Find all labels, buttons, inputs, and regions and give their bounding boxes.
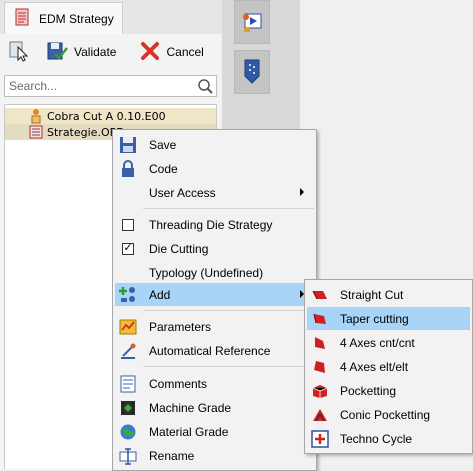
add-icon — [118, 285, 138, 304]
menu-item-threading-die-strategy[interactable]: Threading Die Strategy — [115, 213, 314, 236]
cursor-icon — [8, 40, 30, 65]
four-axes-cnt-icon — [310, 333, 330, 352]
add-submenu: Straight Cut Taper cutting 4 Axes cnt/cn… — [304, 279, 473, 454]
search-icon[interactable] — [197, 78, 213, 97]
rename-icon — [118, 446, 138, 465]
cancel-button[interactable]: Cancel — [136, 38, 207, 66]
context-menu: Save Code User Access Threading Die Stra… — [112, 129, 317, 471]
menu-item-typology[interactable]: Typology (Undefined) — [115, 261, 314, 284]
menu-item-label: Parameters — [149, 319, 212, 334]
menu-item-material-grade[interactable]: Material Grade — [115, 420, 314, 443]
menu-item-parameters[interactable]: Parameters — [115, 315, 314, 338]
menu-item-code[interactable]: Code — [115, 157, 314, 180]
menu-item-save[interactable]: Save — [115, 133, 314, 156]
menu-item-label: Die Cutting — [149, 241, 209, 256]
validate-button[interactable]: Validate — [42, 38, 120, 66]
validate-label: Validate — [74, 45, 117, 59]
tree-item-machine[interactable]: Cobra Cut A 0.10.E00 — [5, 108, 216, 124]
play-icon — [239, 8, 265, 37]
close-icon — [140, 41, 160, 64]
submenu-item-label: Straight Cut — [340, 287, 404, 302]
menu-item-label: Rename — [149, 448, 195, 463]
search-input[interactable]: Search... — [4, 75, 217, 97]
menu-item-label: Threading Die Strategy — [149, 217, 273, 232]
menu-item-label: Save — [149, 137, 177, 152]
validate-icon — [46, 40, 68, 65]
menu-item-user-access[interactable]: User Access — [115, 181, 314, 204]
reference-icon — [118, 341, 138, 360]
submenu-item-taper-cutting[interactable]: Taper cutting — [307, 307, 470, 330]
tab-edm-strategy[interactable]: EDM Strategy — [4, 2, 123, 34]
strategy-node-icon — [29, 125, 43, 140]
submenu-item-4-axes-elt[interactable]: 4 Axes elt/elt — [307, 355, 470, 378]
toolbar: Validate Cancel — [0, 34, 222, 70]
menu-item-comments[interactable]: Comments — [115, 372, 314, 395]
menu-item-automatical-reference[interactable]: Automatical Reference — [115, 339, 314, 362]
menu-item-label: Machine Grade — [149, 400, 232, 415]
tree-item-label: Cobra Cut A 0.10.E00 — [47, 109, 166, 123]
cancel-label: Cancel — [166, 45, 204, 59]
menu-item-label: User Access — [149, 185, 216, 200]
straight-cut-icon — [310, 285, 330, 304]
container-icon — [241, 56, 263, 89]
submenu-item-pocketting[interactable]: Pocketting — [307, 379, 470, 402]
checked-checkbox-icon: ✓ — [122, 242, 134, 255]
techno-cycle-icon — [310, 429, 330, 448]
strategy-document-icon — [13, 8, 31, 29]
menu-item-label: Automatical Reference — [149, 343, 271, 358]
submenu-item-label: 4 Axes cnt/cnt — [340, 335, 415, 350]
material-grade-icon — [118, 422, 138, 441]
conic-pocketting-icon — [310, 405, 330, 424]
unchecked-checkbox-icon — [118, 215, 138, 234]
submenu-item-label: 4 Axes elt/elt — [340, 359, 409, 374]
menu-item-label: Material Grade — [149, 424, 229, 439]
menu-separator — [143, 366, 314, 367]
menu-item-label: Typology (Undefined) — [149, 265, 264, 280]
menu-item-label: Add — [149, 287, 171, 302]
menu-item-die-cutting[interactable]: ✓ Die Cutting — [115, 237, 314, 260]
menu-item-rename[interactable]: Rename — [115, 444, 314, 467]
menu-item-label: Code — [149, 161, 178, 176]
taper-cutting-icon — [310, 309, 330, 328]
menu-item-add[interactable]: Add — [115, 283, 314, 306]
menu-separator — [143, 310, 314, 311]
search-placeholder: Search... — [9, 79, 58, 93]
pocketting-icon — [310, 381, 330, 400]
container-button[interactable] — [234, 50, 270, 94]
submenu-item-label: Techno Cycle — [340, 431, 413, 446]
submenu-item-techno-cycle[interactable]: Techno Cycle — [307, 427, 470, 450]
submenu-item-4-axes-cnt[interactable]: 4 Axes cnt/cnt — [307, 331, 470, 354]
lock-icon — [118, 159, 138, 178]
submenu-item-conic-pocketting[interactable]: Conic Pocketting — [307, 403, 470, 426]
comments-icon — [118, 374, 138, 393]
submenu-item-label: Pocketting — [340, 383, 397, 398]
submenu-item-label: Conic Pocketting — [340, 407, 431, 422]
tab-label: EDM Strategy — [39, 11, 114, 26]
machine-node-icon — [29, 108, 43, 124]
submenu-item-label: Taper cutting — [340, 311, 409, 326]
select-tool-button[interactable] — [4, 38, 34, 66]
four-axes-elt-icon — [310, 357, 330, 376]
menu-item-label: Comments — [149, 376, 208, 391]
save-icon — [118, 135, 138, 154]
menu-separator — [143, 208, 314, 209]
submenu-arrow-icon — [300, 188, 304, 196]
run-button[interactable] — [234, 0, 270, 44]
tab-strip: EDM Strategy — [0, 0, 222, 34]
parameters-icon — [118, 317, 138, 336]
menu-item-machine-grade[interactable]: Machine Grade — [115, 396, 314, 419]
submenu-item-straight-cut[interactable]: Straight Cut — [307, 283, 470, 306]
machine-grade-icon — [118, 398, 138, 417]
